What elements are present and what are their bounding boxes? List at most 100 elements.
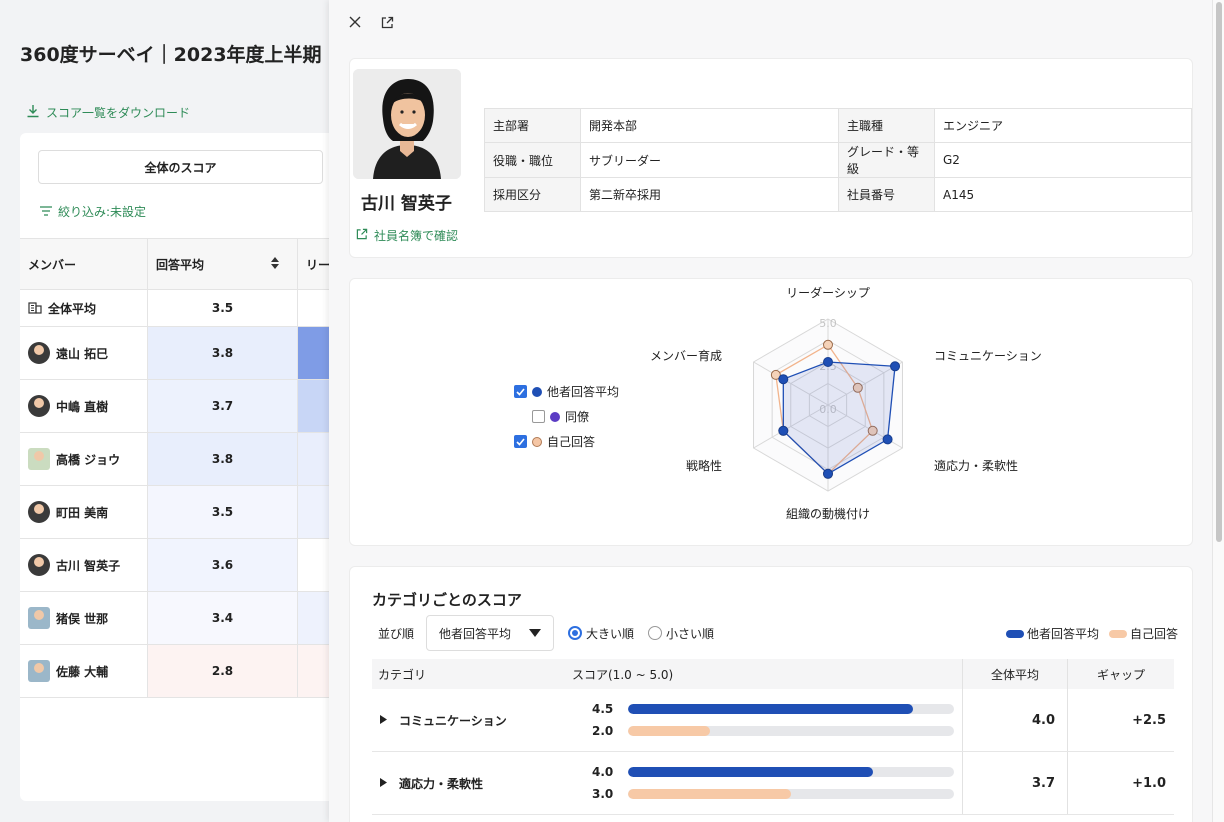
scrollbar-thumb[interactable]: [1216, 2, 1222, 542]
profile-info-row: 採用区分 第二新卒採用 社員番号 A145: [484, 177, 1192, 212]
drawer-scrollbar[interactable]: [1212, 0, 1224, 822]
order-asc-radio[interactable]: 小さい順: [648, 625, 714, 642]
category-overall-avg: 4.0: [962, 689, 1067, 751]
radar-axis-label: 適応力・柔軟性: [934, 458, 1018, 473]
caret-right-icon: [380, 713, 387, 727]
sort-select-value: 他者回答平均: [439, 626, 512, 641]
profile-card: 古川 智英子 社員名簿で確認 主部署 開発本部 主職種 エンジニア 役職・職位 サブリーダ…: [349, 58, 1193, 258]
others-series-point: [778, 374, 789, 385]
category-name: 適応力・柔軟性: [399, 776, 484, 791]
others-series-point: [882, 434, 893, 445]
member-name: 遠山 拓巳: [56, 346, 109, 361]
member-name: 高橋 ジョウ: [56, 452, 121, 467]
others-series-point: [890, 361, 901, 372]
category-gap: +2.5: [1067, 689, 1174, 751]
avatar: [28, 660, 50, 682]
filter-icon: [40, 205, 52, 219]
category-gap: +1.0: [1067, 752, 1174, 814]
info-key: 主職種: [838, 108, 935, 143]
overall-value: 3.5: [148, 290, 298, 326]
member-name: 中嶋 直樹: [56, 399, 109, 414]
employee-directory-link[interactable]: 社員名簿で確認: [356, 227, 458, 244]
member-avg-value: 3.8: [148, 327, 298, 379]
member-score-table: メンバー 回答平均 リー 全体平均 3.5 遠山 拓巳 3.8 中嶋 直樹 3.…: [20, 238, 340, 698]
others-series-point: [823, 357, 833, 367]
self-bar-fill: [628, 726, 710, 736]
table-row-overall: 全体平均 3.5: [20, 290, 340, 327]
info-key: 社員番号: [838, 177, 935, 212]
member-name: 佐藤 大輔: [56, 664, 109, 679]
radar-axis-label: 組織の動機付け: [786, 506, 870, 521]
others-series-point: [823, 468, 833, 479]
filter-button[interactable]: 絞り込み:未設定: [40, 203, 146, 220]
download-scores-link[interactable]: スコア一覧をダウンロード: [26, 104, 190, 121]
profile-info-row: 役職・職位 サブリーダー グレード・等級 G2: [484, 142, 1192, 178]
others-series-point: [778, 425, 789, 436]
legend-others-label: 他者回答平均: [1026, 627, 1099, 641]
order-asc-label: 小さい順: [666, 626, 715, 641]
member-avg-value: 3.8: [148, 433, 298, 485]
others-bar-fill: [628, 767, 873, 777]
order-desc-label: 大きい順: [586, 626, 635, 641]
table-row[interactable]: 中嶋 直樹 3.7: [20, 380, 340, 433]
score-table-card: 全体のスコア 絞り込み:未設定 メンバー 回答平均 リー 全体平均 3.5 遠山…: [20, 133, 340, 801]
order-desc-radio[interactable]: 大きい順: [568, 625, 634, 642]
download-label: スコア一覧をダウンロード: [46, 106, 191, 120]
tab-overall-score[interactable]: 全体のスコア: [38, 150, 323, 184]
member-avg-value: 2.8: [148, 645, 298, 697]
col-category-header: カテゴリ: [378, 667, 427, 682]
category-legend: 他者回答平均 自己回答: [1005, 625, 1178, 642]
score-track: [628, 789, 954, 799]
others-bar-fill: [628, 704, 914, 714]
self-score: 3.0: [592, 787, 614, 801]
table-row[interactable]: 遠山 拓巳 3.8: [20, 327, 340, 380]
score-track: [628, 704, 954, 714]
legend-others: 他者回答平均: [1005, 625, 1099, 642]
self-series-point: [823, 339, 833, 350]
legend-self-swatch: [1108, 629, 1127, 638]
category-overall-avg: 3.7: [962, 752, 1067, 814]
others-score: 4.5: [592, 702, 614, 716]
member-cell: 遠山 拓巳: [20, 327, 148, 379]
overall-label: 全体平均: [48, 301, 97, 316]
info-key: 役職・職位: [484, 142, 581, 178]
avatar: [28, 395, 50, 417]
member-cell: 町田 美南: [20, 486, 148, 538]
member-avg-value: 3.6: [148, 539, 298, 591]
col-score-header: スコア(1.0 ~ 5.0): [572, 667, 674, 682]
caret-down-icon: [529, 626, 542, 640]
table-row[interactable]: 猪俣 世那 3.4: [20, 592, 340, 645]
table-row[interactable]: 古川 智英子 3.6: [20, 539, 340, 592]
category-expand-toggle[interactable]: 適応力・柔軟性: [372, 775, 572, 792]
category-expand-toggle[interactable]: コミュニケーション: [372, 712, 572, 729]
table-row[interactable]: 佐藤 大輔 2.8: [20, 645, 340, 698]
open-external-icon[interactable]: [379, 14, 395, 30]
open-external-icon: [356, 228, 368, 243]
employee-name: 古川 智英子: [361, 194, 452, 214]
avatar: [28, 342, 50, 364]
member-cell: 佐藤 大輔: [20, 645, 148, 697]
radar-axis-label: メンバー育成: [650, 348, 722, 363]
employee-directory-label: 社員名簿で確認: [374, 229, 459, 243]
info-key: 採用区分: [484, 177, 581, 212]
close-icon[interactable]: [347, 14, 363, 30]
category-title: カテゴリごとのスコア: [372, 591, 522, 609]
self-bar-fill: [628, 789, 791, 799]
member-cell: 高橋 ジョウ: [20, 433, 148, 485]
member-detail-drawer: 古川 智英子 社員名簿で確認 主部署 開発本部 主職種 エンジニア 役職・職位 サブリーダ…: [329, 0, 1212, 822]
self-score: 2.0: [592, 724, 614, 738]
avatar: [28, 501, 50, 523]
sort-controls: 並び順 他者回答平均 大きい順 小さい順: [378, 615, 714, 651]
radar-tick-label: 5.0: [819, 317, 837, 330]
sort-icon[interactable]: [271, 256, 279, 272]
sort-select[interactable]: 他者回答平均: [426, 615, 555, 651]
col-avg-header[interactable]: 回答平均: [148, 239, 298, 289]
self-bar-line: 2.0: [592, 720, 962, 742]
table-row[interactable]: 高橋 ジョウ 3.8: [20, 433, 340, 486]
member-avg-value: 3.7: [148, 380, 298, 432]
others-score: 4.0: [592, 765, 614, 779]
category-row: コミュニケーション 4.5 2.0 4.0 +2.5: [372, 689, 1174, 752]
score-track: [628, 767, 954, 777]
legend-self-label: 自己回答: [1129, 627, 1178, 641]
table-row[interactable]: 町田 美南 3.5: [20, 486, 340, 539]
